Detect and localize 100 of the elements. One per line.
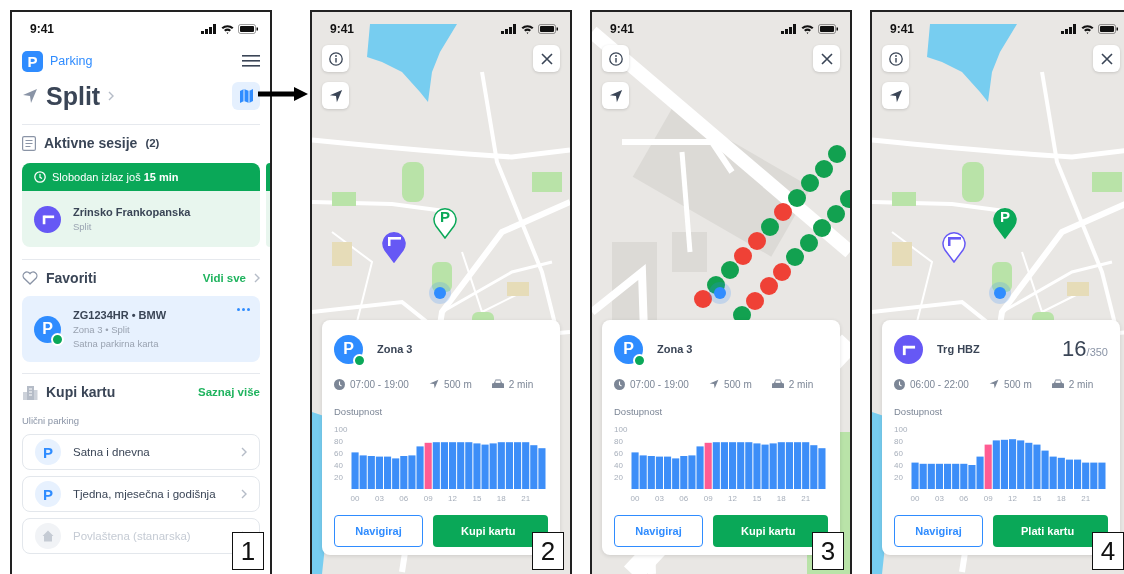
chart-title: Dostupnost xyxy=(334,406,384,417)
app-name: Parking xyxy=(50,54,93,68)
favorite-title: ZG1234HR • BMW xyxy=(73,309,167,321)
axis-label: 15 xyxy=(752,494,762,503)
ticket-option[interactable]: P Tjedna, mjesečna i godišnja xyxy=(22,476,260,512)
close-button[interactable] xyxy=(533,45,560,72)
axis-label: 06 xyxy=(959,494,969,503)
zone-name: Zona 3 xyxy=(657,343,693,355)
section-title: Kupi kartu xyxy=(46,384,116,400)
axis-label: 12 xyxy=(728,494,737,503)
see-all-link[interactable]: Vidi sve xyxy=(202,272,260,284)
axis-label: 60 xyxy=(614,449,623,458)
axis-label: 09 xyxy=(703,494,713,503)
status-time: 9:41 xyxy=(330,22,355,36)
close-icon xyxy=(1100,52,1113,65)
navigate-button[interactable]: Navigiraj xyxy=(614,515,703,547)
step-number: 2 xyxy=(532,532,564,570)
map-button[interactable] xyxy=(232,82,260,110)
zone-name: Zona 3 xyxy=(377,343,413,355)
clock-icon xyxy=(334,378,345,390)
axis-label: 18 xyxy=(776,494,786,503)
axis-label: 40 xyxy=(334,461,343,470)
close-button[interactable] xyxy=(1093,45,1120,72)
opening-hours: 06:00 - 22:00 xyxy=(910,378,969,390)
battery-icon xyxy=(238,24,258,34)
chart-title: Dostupnost xyxy=(614,406,664,417)
heart-icon xyxy=(22,271,38,285)
session-count: (2) xyxy=(145,137,160,149)
section-title: Favoriti xyxy=(46,270,97,286)
garage-pin[interactable] xyxy=(942,230,966,263)
more-icon[interactable] xyxy=(237,308,250,311)
parking-avatar: P xyxy=(334,334,363,364)
axis-label: 06 xyxy=(679,494,689,503)
info-button[interactable] xyxy=(602,45,629,72)
step-number: 3 xyxy=(812,532,844,570)
opening-hours: 07:00 - 19:00 xyxy=(630,378,689,390)
axis-label: 09 xyxy=(423,494,433,503)
distance: 500 m xyxy=(723,378,752,390)
axis-label: 12 xyxy=(1008,494,1017,503)
axis-label: 20 xyxy=(614,473,623,482)
axis-label: 21 xyxy=(1081,494,1091,503)
locate-button[interactable] xyxy=(322,82,349,109)
direction-arrow-icon xyxy=(428,379,439,389)
parking-pin[interactable]: P xyxy=(993,206,1017,239)
axis-label: 80 xyxy=(614,437,623,446)
drive-time: 2 min xyxy=(788,378,814,390)
close-icon xyxy=(540,52,553,65)
info-icon xyxy=(328,51,343,66)
axis-label: 00 xyxy=(350,494,360,503)
clock-icon xyxy=(614,378,625,390)
ticket-option[interactable]: P Satna i dnevna xyxy=(22,434,260,470)
app-logo: P xyxy=(22,50,43,72)
locate-button[interactable] xyxy=(602,82,629,109)
city-name[interactable]: Split xyxy=(46,81,101,111)
axis-label: 12 xyxy=(448,494,457,503)
zone-name: Trg HBZ xyxy=(937,343,980,355)
parking-pin[interactable]: P xyxy=(433,206,457,239)
axis-label: 06 xyxy=(399,494,409,503)
group-label: Ulični parking xyxy=(22,413,81,428)
wifi-icon xyxy=(801,24,814,34)
clock-icon xyxy=(34,171,46,183)
navigate-button[interactable]: Navigiraj xyxy=(334,515,423,547)
direction-arrow-icon xyxy=(708,379,719,389)
session-card[interactable]: Slobodan izlaz još 15 min Zrinsko Frankopanska Split xyxy=(22,163,260,247)
list-icon xyxy=(22,135,36,151)
info-button[interactable] xyxy=(322,45,349,72)
garage-pin[interactable] xyxy=(382,230,406,263)
axis-label: 18 xyxy=(1056,494,1066,503)
axis-label: 100 xyxy=(894,425,908,434)
axis-label: 21 xyxy=(801,494,811,503)
axis-label: 20 xyxy=(334,473,343,482)
favorite-card[interactable]: P ZG1234HR • BMW Zona 3 • Split Satna parkirna karta xyxy=(22,296,260,362)
info-button[interactable] xyxy=(882,45,909,72)
axis-label: 100 xyxy=(334,425,348,434)
location-arrow-icon xyxy=(608,88,623,103)
locate-button[interactable] xyxy=(882,82,909,109)
location-arrow-icon xyxy=(328,88,343,103)
status-time: 9:41 xyxy=(890,22,915,36)
navigate-button[interactable]: Navigiraj xyxy=(894,515,983,547)
status-time: 9:41 xyxy=(30,22,55,36)
menu-icon xyxy=(242,55,260,67)
step-number: 1 xyxy=(232,532,264,570)
capacity: /350 xyxy=(1086,346,1108,358)
info-icon xyxy=(608,51,623,66)
location-arrow-icon xyxy=(888,88,903,103)
chevron-icon xyxy=(241,489,247,499)
distance: 500 m xyxy=(1003,378,1032,390)
session-card-edge[interactable] xyxy=(266,163,270,247)
battery-icon xyxy=(818,24,838,34)
status-time: 9:41 xyxy=(610,22,635,36)
learn-more-link[interactable]: Saznaj više xyxy=(198,386,260,398)
house-icon xyxy=(42,530,54,542)
car-icon xyxy=(491,379,504,389)
clock-icon xyxy=(894,378,905,390)
chart-title: Dostupnost xyxy=(894,406,944,417)
close-button[interactable] xyxy=(813,45,840,72)
chevron-icon xyxy=(108,91,115,101)
axis-label: 03 xyxy=(935,494,944,503)
axis-label: 03 xyxy=(655,494,664,503)
axis-label: 15 xyxy=(472,494,482,503)
